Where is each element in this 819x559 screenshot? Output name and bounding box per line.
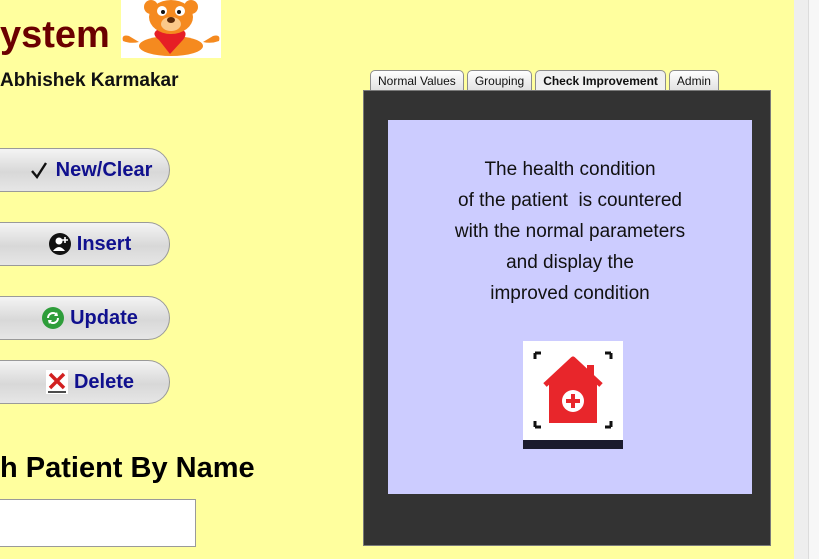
hospital-house-icon bbox=[523, 341, 623, 449]
vertical-scrollbar[interactable] bbox=[794, 0, 808, 559]
refresh-icon bbox=[42, 307, 65, 329]
search-heading: h Patient By Name bbox=[0, 452, 255, 484]
tab-grouping[interactable]: Grouping bbox=[466, 70, 533, 90]
app-title: ystem bbox=[0, 14, 110, 56]
insert-label: Insert bbox=[76, 232, 132, 255]
new-clear-label: New/Clear bbox=[55, 158, 153, 181]
teddy-bear-logo bbox=[121, 0, 221, 58]
update-button[interactable]: Update bbox=[0, 296, 170, 340]
search-patient-input[interactable] bbox=[0, 499, 196, 547]
description-line: with the normal parameters bbox=[454, 221, 686, 242]
delete-label: Delete bbox=[73, 370, 135, 393]
add-user-icon bbox=[48, 233, 71, 255]
description-line: improved condition bbox=[490, 283, 650, 304]
checkmark-icon bbox=[28, 159, 50, 181]
description-line: and display the bbox=[506, 252, 634, 273]
description-line: of the patient is countered bbox=[458, 190, 682, 211]
improvement-description: The health condition of the patient is c… bbox=[388, 154, 752, 309]
tab-admin[interactable]: Admin bbox=[668, 70, 719, 90]
check-improvement-card: The health condition of the patient is c… bbox=[388, 120, 752, 494]
delete-x-icon bbox=[45, 370, 68, 394]
window-edge bbox=[808, 0, 819, 559]
tab-check-improvement[interactable]: Check Improvement bbox=[535, 70, 666, 90]
tab-bar: Normal Values Grouping Check Improvement… bbox=[370, 70, 719, 91]
author-name: Abhishek Karmakar bbox=[0, 70, 179, 91]
delete-button[interactable]: Delete bbox=[0, 360, 170, 404]
description-line: The health condition bbox=[484, 159, 656, 180]
new-clear-button[interactable]: New/Clear bbox=[0, 148, 170, 192]
insert-button[interactable]: Insert bbox=[0, 222, 170, 266]
update-label: Update bbox=[70, 306, 138, 329]
tab-normal-values[interactable]: Normal Values bbox=[370, 70, 464, 90]
